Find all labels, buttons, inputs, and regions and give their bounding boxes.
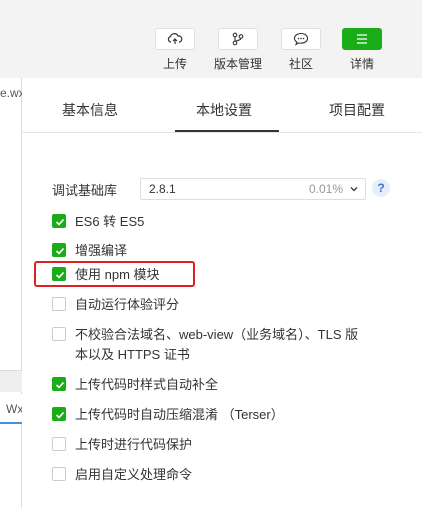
- option-upload-style-autoprefix[interactable]: 上传代码时样式自动补全: [52, 375, 218, 395]
- option-upload-minify-terser[interactable]: 上传代码时自动压缩混淆 （Terser）: [52, 405, 284, 425]
- checkbox-checked[interactable]: [52, 243, 66, 257]
- editor-area: [0, 78, 22, 508]
- editor-file-tab[interactable]: e.wx: [0, 86, 22, 100]
- cloud-upload-icon: [167, 33, 183, 44]
- option-use-npm-modules[interactable]: 使用 npm 模块: [52, 265, 160, 285]
- version-management-label: 版本管理: [213, 57, 262, 71]
- option-label-line1: 不校验合法域名、web-view（业务域名）、TLS 版: [75, 327, 359, 342]
- community-button[interactable]: 社区: [270, 28, 332, 72]
- option-label: 上传时进行代码保护: [75, 437, 193, 452]
- option-label: 使用 npm 模块: [75, 267, 160, 282]
- top-toolbar: 上传 版本管理 社区 详情: [0, 0, 422, 78]
- checkbox-unchecked[interactable]: [52, 437, 66, 451]
- base-library-usage-percent: 0.01%: [308, 182, 343, 196]
- option-es6-to-es5[interactable]: ES6 转 ES5: [52, 212, 144, 232]
- checkbox-unchecked[interactable]: [52, 297, 66, 311]
- chat-bubble-icon: [293, 32, 309, 46]
- check-icon: [55, 271, 65, 279]
- checkbox-checked[interactable]: [52, 267, 66, 281]
- editor-panel-divider: [0, 370, 22, 392]
- base-library-version: 2.8.1: [149, 182, 176, 196]
- checkbox-checked[interactable]: [52, 407, 66, 421]
- upload-icon-box: [155, 28, 195, 50]
- branch-icon: [232, 32, 244, 46]
- help-icon[interactable]: ?: [372, 179, 390, 197]
- check-icon: [55, 247, 65, 255]
- checkbox-checked[interactable]: [52, 214, 66, 228]
- check-icon: [55, 218, 65, 226]
- active-tab-indicator: [175, 130, 279, 132]
- option-label: 上传代码时自动压缩混淆 （Terser）: [75, 407, 284, 422]
- details-button[interactable]: 详情: [331, 28, 393, 72]
- version-icon-box: [218, 28, 258, 50]
- chevron-down-icon: [350, 187, 358, 192]
- option-label: 启用自定义处理命令: [75, 467, 193, 482]
- tab-local-settings[interactable]: 本地设置: [196, 100, 252, 120]
- option-custom-commands[interactable]: 启用自定义处理命令: [52, 465, 192, 485]
- version-management-button[interactable]: 版本管理: [207, 28, 269, 72]
- option-enhanced-compile[interactable]: 增强编译: [52, 241, 127, 261]
- option-label: 自动运行体验评分: [75, 297, 180, 312]
- details-panel: 基本信息 本地设置 项目配置 调试基础库 2.8.1 0.01% ? ES6 转…: [22, 78, 422, 508]
- check-icon: [55, 411, 65, 419]
- details-icon-box: [342, 28, 382, 50]
- details-label: 详情: [349, 57, 374, 71]
- tab-project-config[interactable]: 项目配置: [329, 100, 385, 120]
- debug-base-library-label: 调试基础库: [52, 183, 118, 198]
- base-library-select[interactable]: 2.8.1 0.01%: [140, 178, 366, 200]
- checkbox-checked[interactable]: [52, 377, 66, 391]
- check-icon: [55, 381, 65, 389]
- details-tabs: 基本信息 本地设置 项目配置: [22, 78, 422, 133]
- upload-button[interactable]: 上传: [144, 28, 206, 72]
- option-skip-domain-check[interactable]: 不校验合法域名、web-view（业务域名）、TLS 版 本以及 HTTPS 证…: [52, 325, 358, 365]
- option-label-line2: 本以及 HTTPS 证书: [75, 347, 190, 362]
- checkbox-unchecked[interactable]: [52, 467, 66, 481]
- community-label: 社区: [288, 57, 313, 71]
- debug-base-library-row: 调试基础库 2.8.1 0.01%: [52, 178, 397, 200]
- tab-basic-info[interactable]: 基本信息: [62, 100, 118, 120]
- community-icon-box: [281, 28, 321, 50]
- option-upload-code-protection[interactable]: 上传时进行代码保护: [52, 435, 192, 455]
- option-auto-experience-score[interactable]: 自动运行体验评分: [52, 295, 179, 315]
- checkbox-unchecked[interactable]: [52, 327, 66, 341]
- editor-bottom-tab[interactable]: Wx: [0, 394, 22, 424]
- option-label: 上传代码时样式自动补全: [75, 377, 219, 392]
- upload-label: 上传: [162, 57, 187, 71]
- menu-lines-icon: [357, 34, 367, 44]
